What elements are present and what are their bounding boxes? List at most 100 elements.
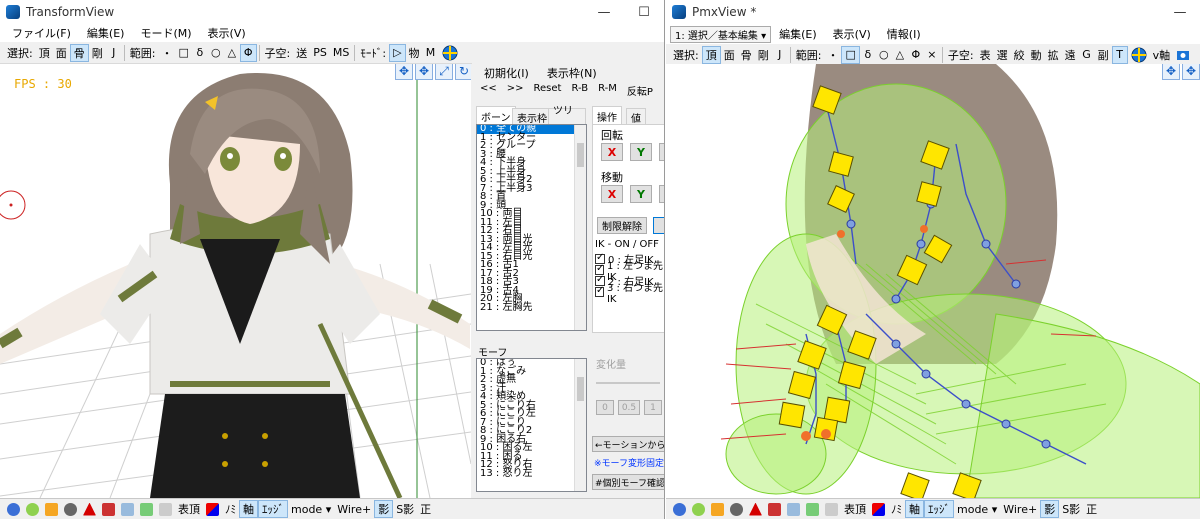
range-rect-button[interactable]: □ [175, 44, 191, 62]
move-y-button[interactable]: Y [630, 185, 652, 203]
zoom-icon[interactable]: ⤢ [435, 64, 453, 80]
axis-toggle[interactable]: 軸 [239, 500, 258, 518]
tab-bone[interactable]: ボーン [476, 106, 516, 125]
camera-icon[interactable] [1173, 46, 1193, 64]
mode-dropdown[interactable]: mode ▾ [288, 503, 334, 516]
rigid-display-icon[interactable] [121, 502, 134, 516]
minimize-button[interactable]: — [1160, 0, 1200, 24]
child-far-button[interactable]: 遠 [1062, 46, 1079, 64]
move-xz-icon[interactable]: ✥ [415, 64, 433, 80]
menu-info[interactable]: 情報(I) [879, 26, 929, 42]
material-icon[interactable] [692, 502, 705, 516]
rotate-y-button[interactable]: Y [630, 143, 652, 161]
rm-button[interactable]: R-M [598, 83, 617, 98]
select-vertex-button[interactable]: 頂 [36, 44, 53, 62]
maximize-button[interactable]: ☐ [624, 0, 664, 24]
select-face-button[interactable]: 面 [53, 44, 70, 62]
preset-05-button[interactable]: 0.5 [618, 400, 640, 415]
axis-toggle[interactable]: 軸 [905, 500, 924, 518]
flip-pose-button[interactable]: 反転P [627, 83, 653, 98]
morph-list-item[interactable]: 13 : 怒り左 [477, 468, 586, 479]
range-delta-button[interactable]: δ [192, 44, 208, 62]
bone-list-scrollbar[interactable] [574, 125, 586, 330]
nomi-label[interactable]: ﾉﾐ [888, 501, 905, 517]
transform-3d-viewport[interactable]: FPS : 30 ✥ ✥ ⤢ ↻ [0, 64, 471, 498]
next-button[interactable]: >> [507, 83, 524, 98]
prev-button[interactable]: << [480, 83, 497, 98]
color-icon[interactable] [872, 502, 885, 516]
show-vertex-label[interactable]: 表頂 [175, 501, 203, 517]
rotate-icon[interactable]: ↻ [455, 64, 471, 80]
show-vertex-label[interactable]: 表頂 [841, 501, 869, 517]
move-xy-icon[interactable]: ✥ [395, 64, 413, 80]
child-sub-button[interactable]: 副 [1095, 46, 1112, 64]
range-point-button[interactable]: ・ [824, 46, 841, 64]
child-t-button[interactable]: T [1111, 45, 1128, 64]
select-bone-button[interactable]: 骨 [69, 43, 89, 62]
child-ms-button[interactable]: MS [330, 44, 352, 62]
bone-list[interactable]: 0 : 全ての親 1 : センター 2 : グループ 3 : 腰4 : 下半身 5 : … [476, 124, 587, 331]
tab-operation[interactable]: 操作 [592, 106, 622, 125]
move-x-button[interactable]: X [601, 185, 623, 203]
range-rect-button[interactable]: □ [841, 45, 860, 64]
child-g-button[interactable]: G [1079, 46, 1095, 64]
mode-physics-button[interactable]: 物 [406, 44, 423, 62]
bone-display-icon[interactable] [102, 502, 115, 516]
morph-list[interactable]: 0 : ぱぅ 1 : なごみ 2 : 虚無 3 : 汗4 : 頬染め 5 : にこり右 6… [476, 358, 587, 492]
reset-button[interactable]: Reset [534, 83, 562, 98]
select-bone-button[interactable]: 骨 [738, 46, 755, 64]
move-xy-icon[interactable]: ✥ [1162, 64, 1180, 80]
menu-edit[interactable]: 編集(E) [771, 26, 825, 42]
range-circle-button[interactable]: ○ [208, 44, 224, 62]
menu-view[interactable]: 表示(V) [200, 25, 254, 41]
change-amount-slider[interactable] [596, 382, 660, 384]
child-filter-button[interactable]: 絞 [1011, 46, 1028, 64]
tab-display-frame[interactable]: 表示枠 [512, 108, 552, 125]
shadow-toggle[interactable]: 影 [374, 500, 394, 518]
morph-list-scrollbar[interactable] [574, 359, 586, 491]
morph-confirm-button[interactable]: #個別モーフ確認 [592, 474, 664, 490]
tab-tree[interactable]: ツリー [548, 106, 586, 132]
sphere-icon[interactable] [64, 502, 77, 516]
select-face-button[interactable]: 面 [721, 46, 738, 64]
from-motion-button[interactable]: ←モーションから取 [592, 436, 664, 452]
child-table-button[interactable]: 表 [977, 46, 994, 64]
pmx-3d-viewport[interactable]: ✥ ✥ [666, 64, 1200, 498]
shadow-toggle[interactable]: 影 [1040, 500, 1060, 518]
rigid-display-icon[interactable] [787, 502, 800, 516]
select-vertex-button[interactable]: 頂 [701, 45, 721, 64]
triangle-icon[interactable] [83, 502, 96, 516]
ik-checkbox[interactable]: 3 : 右つま先IK [595, 283, 664, 305]
preset-0-button[interactable]: 0 [596, 400, 614, 415]
soft-body-icon[interactable] [825, 502, 838, 516]
texture-icon[interactable] [45, 502, 58, 516]
soft-body-icon[interactable] [159, 502, 172, 516]
range-triangle-button[interactable]: △ [892, 46, 908, 64]
vertex-display-icon[interactable] [7, 502, 20, 516]
rb-button[interactable]: R-B [571, 83, 588, 98]
triangle-icon[interactable] [749, 502, 762, 516]
globe-icon[interactable] [439, 44, 461, 62]
range-delta-button[interactable]: δ [860, 46, 876, 64]
self-shadow-toggle[interactable]: S影 [1059, 501, 1083, 517]
range-circle-button[interactable]: ○ [876, 46, 892, 64]
child-scale-button[interactable]: 拡 [1045, 46, 1062, 64]
move-xz-icon[interactable]: ✥ [1182, 64, 1200, 80]
range-x-button[interactable]: × [924, 46, 940, 64]
wire-toggle[interactable]: Wire+ [1000, 503, 1040, 516]
texture-icon[interactable] [711, 502, 724, 516]
nomi-label[interactable]: ﾉﾐ [222, 501, 239, 517]
select-rigid-button[interactable]: 剛 [755, 46, 772, 64]
range-point-button[interactable]: ・ [158, 44, 175, 62]
menu-view[interactable]: 表示(V) [825, 26, 879, 42]
child-select-button[interactable]: 選 [994, 46, 1011, 64]
material-icon[interactable] [26, 502, 39, 516]
select-joint-button[interactable]: J [106, 44, 122, 62]
minimize-button[interactable]: — [584, 0, 624, 24]
menu-file[interactable]: ファイル(F) [4, 25, 79, 41]
extra-button[interactable] [653, 217, 664, 234]
child-move-button[interactable]: 動 [1028, 46, 1045, 64]
wire-toggle[interactable]: Wire+ [334, 503, 374, 516]
select-rigid-button[interactable]: 剛 [89, 44, 106, 62]
bone-list-item[interactable]: 21 : 左胸先 [477, 302, 586, 313]
